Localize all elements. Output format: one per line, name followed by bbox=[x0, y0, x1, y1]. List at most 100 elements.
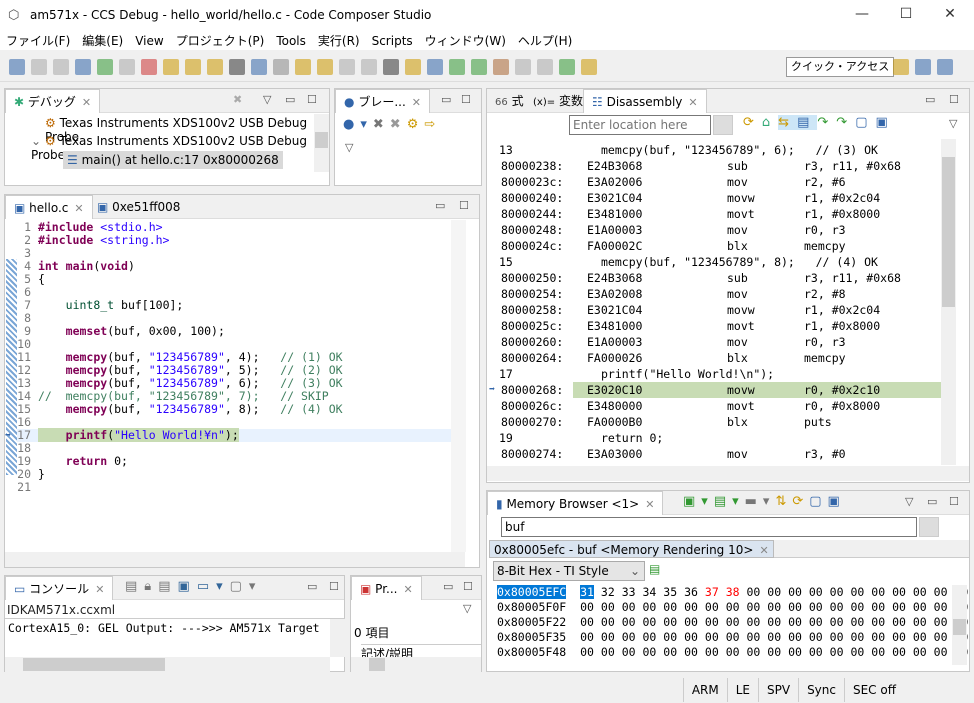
close-icon[interactable]: ✕ bbox=[412, 96, 421, 109]
memory-byte[interactable]: 00 bbox=[767, 615, 781, 629]
remove-terminated-icon[interactable]: ✖ bbox=[233, 93, 242, 106]
close-icon[interactable]: ✕ bbox=[645, 498, 654, 511]
link-with-pc-icon[interactable]: ⇆ bbox=[778, 115, 798, 130]
toolbar-button-icon[interactable] bbox=[383, 59, 399, 75]
toolbar-button-icon[interactable] bbox=[273, 59, 289, 75]
memory-byte[interactable]: 00 bbox=[871, 630, 885, 644]
remove-all-icon[interactable]: ✖ bbox=[390, 117, 407, 132]
step-into-icon[interactable]: ↷ bbox=[817, 115, 836, 130]
memory-byte[interactable]: 35 bbox=[663, 585, 677, 599]
memory-byte[interactable]: 00 bbox=[809, 600, 823, 614]
vertical-scrollbar[interactable] bbox=[941, 139, 956, 465]
toolbar-button-icon[interactable] bbox=[581, 59, 597, 75]
memory-byte[interactable]: 00 bbox=[788, 615, 802, 629]
tab-breakpoints[interactable]: ● ブレー... ✕ bbox=[335, 89, 430, 113]
maximize-icon[interactable]: ☐ bbox=[459, 199, 469, 212]
disassembly-listing[interactable]: 13 memcpy(buf, "123456789", 6); // (3) OK… bbox=[487, 139, 941, 465]
vertical-scrollbar[interactable] bbox=[451, 220, 466, 552]
memory-byte[interactable]: 00 bbox=[913, 585, 927, 599]
memory-byte[interactable]: 00 bbox=[934, 630, 948, 644]
memory-byte[interactable]: 00 bbox=[850, 630, 864, 644]
memory-byte[interactable]: 00 bbox=[830, 645, 844, 659]
toolbar-button-icon[interactable] bbox=[53, 59, 69, 75]
memory-byte[interactable]: 00 bbox=[746, 645, 760, 659]
memory-byte[interactable]: 00 bbox=[830, 585, 844, 599]
toolbar-button-icon[interactable] bbox=[207, 59, 223, 75]
memory-byte[interactable]: 36 bbox=[684, 585, 698, 599]
memory-byte[interactable]: 00 bbox=[830, 600, 844, 614]
menu-item[interactable]: View bbox=[129, 32, 169, 50]
memory-byte[interactable]: 00 bbox=[767, 585, 781, 599]
tab-debug[interactable]: ✱ デバッグ ✕ bbox=[5, 89, 101, 113]
memory-byte[interactable]: 00 bbox=[684, 615, 698, 629]
memory-byte[interactable]: 00 bbox=[850, 615, 864, 629]
scroll-lock-icon[interactable]: 🔒︎ bbox=[144, 579, 158, 594]
toolbar-button-icon[interactable] bbox=[427, 59, 443, 75]
memory-byte[interactable]: 00 bbox=[622, 645, 636, 659]
memory-address[interactable]: 0x80005F0F bbox=[497, 600, 566, 614]
memory-byte[interactable]: 00 bbox=[705, 600, 719, 614]
tab-address[interactable]: ▣ 0xe51ff008 bbox=[89, 195, 188, 219]
maximize-icon[interactable]: ☐ bbox=[463, 580, 473, 593]
new-console-icon[interactable]: ▢▾ bbox=[230, 579, 263, 594]
tab-hello-c[interactable]: ▣ hello.c ✕ bbox=[5, 195, 93, 219]
memory-byte[interactable]: 00 bbox=[892, 615, 906, 629]
menu-item[interactable]: 実行(R) bbox=[312, 32, 366, 50]
maximize-icon[interactable]: ☐ bbox=[949, 495, 959, 508]
chip-icon[interactable]: ▣▾ bbox=[683, 494, 714, 509]
memory-byte[interactable]: 00 bbox=[643, 630, 657, 644]
close-icon[interactable]: ✕ bbox=[403, 583, 412, 596]
memory-byte[interactable]: 00 bbox=[830, 630, 844, 644]
minimize-icon[interactable]: ▭ bbox=[925, 93, 935, 106]
minimize-icon[interactable]: ▭ bbox=[435, 199, 445, 212]
memory-byte[interactable]: 00 bbox=[643, 645, 657, 659]
status-item[interactable]: SPV bbox=[758, 678, 798, 702]
memory-byte[interactable]: 00 bbox=[850, 585, 864, 599]
vertical-scrollbar[interactable] bbox=[330, 619, 345, 657]
memory-byte[interactable]: 00 bbox=[788, 585, 802, 599]
toolbar-button-icon[interactable] bbox=[515, 59, 531, 75]
memory-address[interactable]: 0x80005EFC bbox=[497, 585, 567, 599]
toolbar-button-icon[interactable] bbox=[493, 59, 509, 75]
tab-problems[interactable]: ▣ Pr... ✕ bbox=[351, 576, 422, 600]
memory-address[interactable]: 0x80005F35 bbox=[497, 630, 566, 644]
memory-byte[interactable]: 38 bbox=[726, 585, 740, 599]
import-icon[interactable]: ⇨ bbox=[424, 117, 441, 132]
maximize-icon[interactable]: ☐ bbox=[949, 93, 959, 106]
memory-byte[interactable]: 00 bbox=[809, 585, 823, 599]
tab-memory-browser[interactable]: ▮ Memory Browser <1> ✕ bbox=[487, 491, 664, 515]
step-over-icon[interactable]: ↷ bbox=[836, 115, 855, 130]
close-icon[interactable]: ✕ bbox=[82, 96, 91, 109]
memory-byte[interactable]: 00 bbox=[601, 600, 615, 614]
memory-byte[interactable]: 00 bbox=[726, 600, 740, 614]
toolbar-button-icon[interactable] bbox=[97, 59, 113, 75]
save-memory-icon[interactable]: ▬▾ bbox=[745, 494, 776, 509]
toolbar-button-icon[interactable] bbox=[229, 59, 245, 75]
remove-icon[interactable]: ✖ bbox=[373, 117, 390, 132]
toolbar-button-icon[interactable] bbox=[361, 59, 377, 75]
memory-byte[interactable]: 00 bbox=[580, 600, 594, 614]
memory-byte[interactable]: 00 bbox=[726, 630, 740, 644]
close-button[interactable]: ✕ bbox=[940, 6, 960, 26]
toolbar-button-icon[interactable] bbox=[9, 59, 25, 75]
memory-byte[interactable]: 00 bbox=[663, 600, 677, 614]
minimize-button[interactable]: — bbox=[852, 6, 872, 26]
toolbar-button-icon[interactable] bbox=[471, 59, 487, 75]
go-icon[interactable] bbox=[919, 517, 939, 537]
format-select[interactable]: 8-Bit Hex - TI Style ⌄ bbox=[493, 561, 645, 581]
code-area[interactable]: 1 #include <stdio.h> 2 #include <string.h… bbox=[5, 221, 451, 551]
toolbar-button-icon[interactable] bbox=[317, 59, 333, 75]
memory-byte[interactable]: 00 bbox=[871, 585, 885, 599]
load-memory-icon[interactable]: ▤▾ bbox=[714, 494, 745, 509]
maximize-icon[interactable]: ☐ bbox=[329, 580, 339, 593]
status-item[interactable]: LE bbox=[726, 678, 758, 702]
memory-address[interactable]: 0x80005F22 bbox=[497, 615, 566, 629]
memory-byte[interactable]: 00 bbox=[684, 600, 698, 614]
close-icon[interactable]: ✕ bbox=[688, 96, 697, 109]
minimize-icon[interactable]: ▭ bbox=[285, 93, 295, 106]
minimize-icon[interactable]: ▭ bbox=[307, 580, 317, 593]
memory-byte[interactable]: 00 bbox=[622, 615, 636, 629]
tab-variables[interactable]: (x)= 変数 bbox=[525, 89, 591, 113]
menu-item[interactable]: ヘルプ(H) bbox=[512, 32, 578, 50]
perspective-icon[interactable] bbox=[893, 59, 909, 75]
